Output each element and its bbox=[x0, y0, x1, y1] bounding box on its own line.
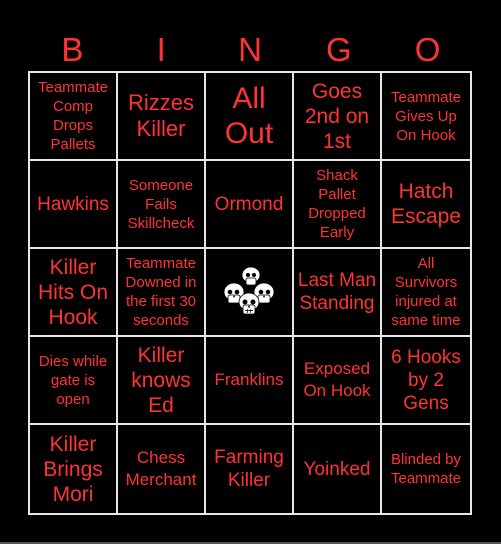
bingo-cell[interactable]: Chess Merchant bbox=[118, 425, 206, 513]
bingo-cell[interactable]: Exposed On Hook bbox=[294, 337, 382, 425]
free-space-cell[interactable] bbox=[206, 249, 294, 337]
bingo-cell[interactable]: Last Man Standing bbox=[294, 249, 382, 337]
skull-pile-icon bbox=[223, 266, 275, 315]
cell-label: Yoinked bbox=[303, 458, 371, 480]
bingo-cell[interactable]: Yoinked bbox=[294, 425, 382, 513]
bingo-cell[interactable]: Blinded by Teammate bbox=[382, 425, 470, 513]
cell-label: Franklins bbox=[214, 370, 284, 389]
header-letter-b: B bbox=[61, 31, 84, 68]
cell-label: Exposed On Hook bbox=[303, 359, 371, 400]
cell-label: Someone Fails Skillcheck bbox=[127, 176, 195, 232]
cell-label: Hatch Escape bbox=[390, 180, 462, 228]
cell-label: Teammate Gives Up On Hook bbox=[390, 88, 462, 144]
header-letter-n: N bbox=[238, 31, 262, 68]
bingo-cell[interactable]: Someone Fails Skillcheck bbox=[118, 161, 206, 249]
bingo-cell[interactable]: Shack Pallet Dropped Early bbox=[294, 161, 382, 249]
cell-label: Dies while gate is open bbox=[38, 352, 108, 408]
bingo-cell[interactable]: Dies while gate is open bbox=[30, 337, 118, 425]
cell-label: Hawkins bbox=[37, 193, 109, 215]
cell-label: Last Man Standing bbox=[297, 270, 377, 314]
bingo-cell[interactable]: Farming Killer bbox=[206, 425, 294, 513]
header-letter-i: I bbox=[156, 31, 166, 68]
bingo-cell[interactable]: Teammate Gives Up On Hook bbox=[382, 73, 470, 161]
bingo-header: B I N G O bbox=[28, 30, 472, 70]
bingo-cell[interactable]: 6 Hooks by 2 Gens bbox=[382, 337, 470, 425]
cell-label: Chess Merchant bbox=[125, 448, 197, 489]
bingo-cell[interactable]: Killer Hits On Hook bbox=[30, 249, 118, 337]
bingo-cell[interactable]: Rizzes Killer bbox=[118, 73, 206, 161]
cell-label: Teammate Comp Drops Pallets bbox=[37, 79, 109, 153]
cell-label: Killer knows Ed bbox=[131, 343, 191, 417]
cell-label: All Out bbox=[224, 82, 274, 150]
bingo-cell[interactable]: Franklins bbox=[206, 337, 294, 425]
bingo-cell[interactable]: Killer knows Ed bbox=[118, 337, 206, 425]
cell-label: Shack Pallet Dropped Early bbox=[308, 167, 366, 241]
cell-label: Killer Brings Mori bbox=[43, 432, 103, 506]
cell-label: Killer Hits On Hook bbox=[37, 255, 108, 329]
bingo-cell[interactable]: Teammate Downed in the first 30 seconds bbox=[118, 249, 206, 337]
cell-label: All Survivors injured at same time bbox=[391, 255, 461, 329]
bingo-cell[interactable]: Killer Brings Mori bbox=[30, 425, 118, 513]
cell-label: Farming Killer bbox=[214, 447, 284, 491]
bingo-cell[interactable]: All Out bbox=[206, 73, 294, 161]
bingo-cell[interactable]: Goes 2nd on 1st bbox=[294, 73, 382, 161]
bingo-cell[interactable]: Hatch Escape bbox=[382, 161, 470, 249]
cell-label: Goes 2nd on 1st bbox=[304, 79, 370, 153]
cell-label: 6 Hooks by 2 Gens bbox=[391, 346, 461, 414]
cell-label: Blinded by Teammate bbox=[390, 451, 462, 487]
cell-label: Teammate Downed in the first 30 seconds bbox=[125, 255, 197, 329]
cell-label: Ormond bbox=[214, 193, 284, 215]
bingo-board: Teammate Comp Drops Pallets Rizzes Kille… bbox=[28, 71, 472, 515]
header-letter-g: G bbox=[325, 31, 352, 68]
bingo-cell[interactable]: Ormond bbox=[206, 161, 294, 249]
bingo-cell[interactable]: All Survivors injured at same time bbox=[382, 249, 470, 337]
header-letter-o: O bbox=[414, 31, 441, 68]
cell-label: Rizzes Killer bbox=[127, 90, 194, 141]
bingo-cell[interactable]: Teammate Comp Drops Pallets bbox=[30, 73, 118, 161]
bingo-cell[interactable]: Hawkins bbox=[30, 161, 118, 249]
